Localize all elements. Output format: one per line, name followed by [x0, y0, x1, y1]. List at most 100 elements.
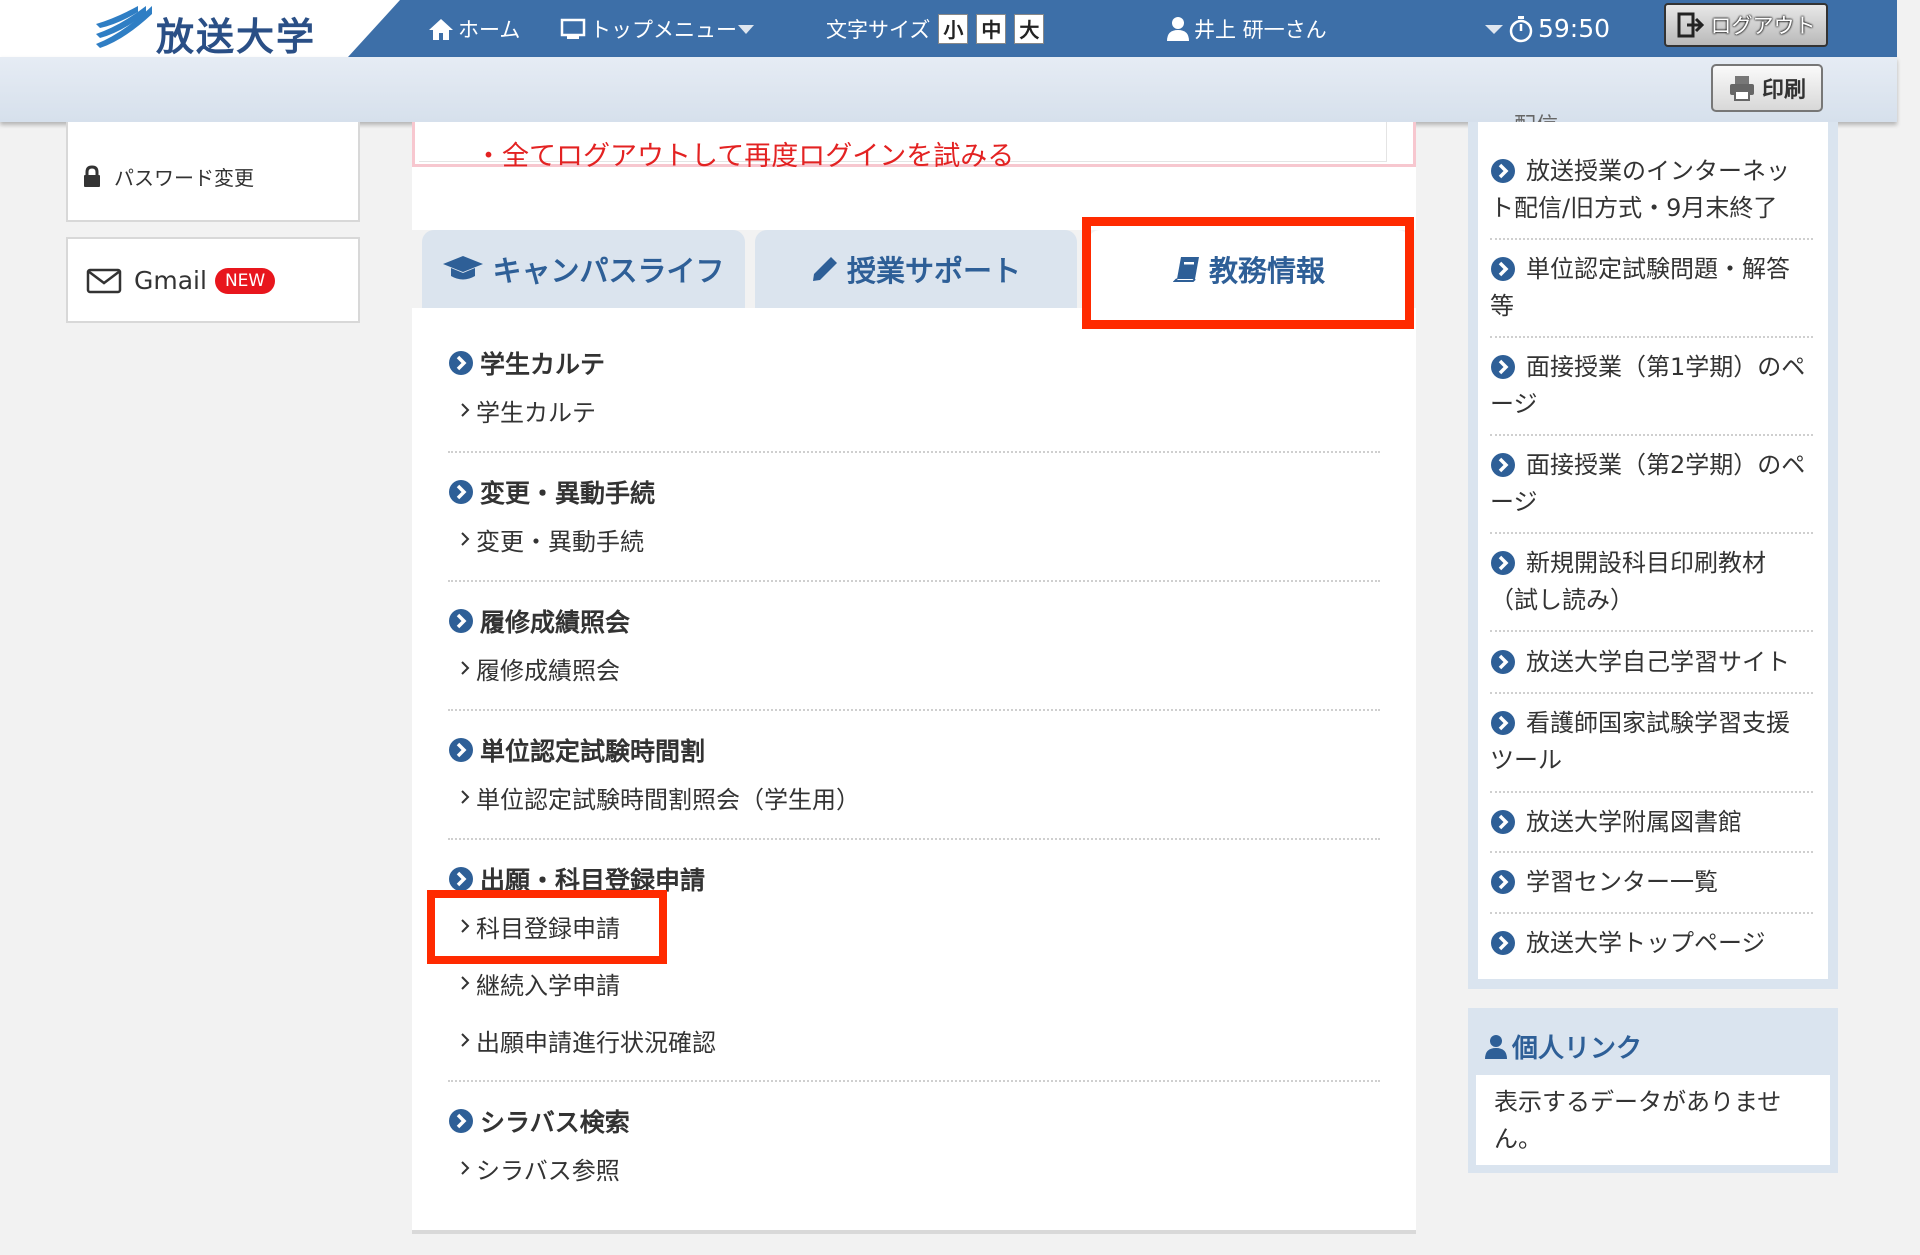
circle-chevron-right-icon — [1491, 453, 1515, 477]
print-label: 印刷 — [1761, 78, 1806, 103]
logout-label: ログアウト — [1710, 14, 1816, 38]
section-title-text: 学生カルテ — [480, 350, 606, 379]
link-label: 新規開設科目印刷教材（試し読み） — [1490, 549, 1766, 614]
link-self-study-site[interactable]: 放送大学自己学習サイト — [1490, 644, 1813, 681]
section-title-text: 履修成績照会 — [480, 608, 631, 637]
logout-button[interactable]: ログアウト — [1664, 3, 1828, 47]
personal-links-title-text: 個人リンク — [1512, 1034, 1643, 1064]
chevron-right-icon — [461, 790, 470, 804]
link-divider — [1490, 912, 1813, 914]
section-change-procedure: 変更・異動手続 変更・異動手続 — [448, 477, 1380, 556]
tab-class-support-label: 授業サポート — [846, 254, 1021, 288]
link-continuing-enrollment[interactable]: 継続入学申請 — [458, 968, 1380, 1000]
link-internet-broadcast[interactable]: 放送授業のインターネット配信/旧方式・9月末終了 — [1490, 153, 1813, 227]
nav-home-label: ホーム — [458, 17, 521, 42]
tab-class-support[interactable]: 授業サポート — [755, 230, 1077, 308]
font-size-small-button[interactable]: 小 — [938, 13, 969, 44]
password-change-label: パスワード変更 — [114, 166, 254, 190]
link-divider — [1490, 851, 1813, 853]
stopwatch-icon — [1509, 15, 1533, 42]
font-size-medium-button[interactable]: 中 — [976, 13, 1007, 44]
section-title: 履修成績照会 — [448, 606, 1380, 637]
partial-link-text: ー配信 — [1492, 108, 1558, 122]
main-content-bottom-border — [412, 1230, 1416, 1234]
timer-value: 59:50 — [1538, 14, 1611, 43]
link-face-to-face-term1[interactable]: 面接授業（第1学期）のページ — [1490, 349, 1813, 423]
section-syllabus-search: シラバス検索 シラバス参照 — [448, 1106, 1380, 1185]
link-label: 看護師国家試験学習支援ツール — [1490, 709, 1790, 774]
link-nursing-exam-tool[interactable]: 看護師国家試験学習支援ツール — [1490, 705, 1813, 779]
circle-chevron-right-icon — [449, 1109, 473, 1133]
section-grade-inquiry: 履修成績照会 履修成績照会 — [448, 606, 1380, 685]
link-application-status[interactable]: 出願申請進行状況確認 — [458, 1025, 1380, 1057]
link-label: シラバス参照 — [476, 1156, 620, 1185]
section-divider — [448, 451, 1380, 453]
logo-area[interactable]: 放送大学 — [0, 0, 400, 57]
circle-chevron-right-icon — [449, 351, 473, 375]
link-divider — [1490, 532, 1813, 534]
university-logo-icon — [96, 6, 152, 48]
nav-home[interactable]: ホーム — [428, 0, 520, 57]
user-name: 井上 研一さん — [1194, 17, 1327, 42]
circle-chevron-right-icon — [1491, 159, 1515, 183]
graduation-cap-icon — [443, 256, 484, 280]
link-label: 学生カルテ — [476, 398, 596, 427]
personal-links-title: 個人リンク — [1484, 1028, 1642, 1065]
link-label: 科目登録申請 — [476, 914, 620, 943]
session-timer: 59:50 — [1484, 0, 1610, 57]
tab-campus-life[interactable]: キャンパスライフ — [422, 230, 745, 308]
password-change-link[interactable]: パスワード変更 — [66, 122, 360, 222]
user-icon — [1485, 1034, 1507, 1059]
link-new-course-materials[interactable]: 新規開設科目印刷教材（試し読み） — [1490, 545, 1813, 619]
font-size-label: 文字サイズ — [826, 17, 931, 42]
print-button[interactable]: 印刷 — [1711, 64, 1823, 112]
error-notice-box: ・全てログアウトして再度ログインを試みる — [412, 122, 1416, 172]
section-divider — [448, 709, 1380, 711]
link-university-top-page[interactable]: 放送大学トップページ — [1490, 925, 1813, 962]
section-title-text: 出願・科目登録申請 — [480, 866, 706, 895]
user-info: 井上 研一さん — [1166, 0, 1327, 57]
circle-chevron-right-icon — [1491, 355, 1515, 379]
link-grade-inquiry[interactable]: 履修成績照会 — [458, 653, 1380, 685]
link-course-registration[interactable]: 科目登録申請 — [458, 911, 1380, 943]
link-exam-questions[interactable]: 単位認定試験問題・解答等 — [1490, 251, 1813, 325]
lock-icon — [84, 164, 100, 187]
mail-icon — [86, 268, 122, 293]
link-library[interactable]: 放送大学附属図書館 — [1490, 804, 1813, 841]
link-label: 放送授業のインターネット配信/旧方式・9月末終了 — [1490, 157, 1790, 222]
nav-topmenu-label: トップメニュー — [590, 17, 737, 42]
circle-chevron-right-icon — [449, 738, 473, 762]
chevron-right-icon — [461, 1033, 470, 1047]
link-divider — [1490, 336, 1813, 338]
tab-academic-info[interactable]: 教務情報 — [1088, 230, 1410, 308]
circle-chevron-right-icon — [449, 867, 473, 891]
gmail-label: Gmail — [134, 266, 207, 295]
link-student-record[interactable]: 学生カルテ — [458, 395, 1380, 427]
home-icon — [429, 18, 453, 40]
section-divider — [448, 580, 1380, 582]
link-label: 継続入学申請 — [476, 971, 620, 1000]
section-divider — [448, 1080, 1380, 1082]
link-syllabus-reference[interactable]: シラバス参照 — [458, 1153, 1380, 1185]
printer-icon — [1729, 76, 1754, 101]
link-divider — [1490, 630, 1813, 632]
link-face-to-face-term2[interactable]: 面接授業（第2学期）のページ — [1490, 447, 1813, 521]
section-exam-timetable: 単位認定試験時間割 単位認定試験時間割照会（学生用） — [448, 735, 1380, 814]
link-learning-centers[interactable]: 学習センター一覧 — [1490, 864, 1813, 901]
tab-academic-info-label: 教務情報 — [1208, 254, 1325, 288]
font-size-large-button[interactable]: 大 — [1014, 13, 1045, 44]
nav-topmenu[interactable]: トップメニュー — [560, 0, 759, 57]
link-divider — [1490, 238, 1813, 240]
notice-text: ・全てログアウトして再度ログインを試みる — [475, 141, 1015, 172]
circle-chevron-right-icon — [449, 480, 473, 504]
link-label: 履修成績照会 — [476, 656, 620, 685]
gmail-link[interactable]: Gmail NEW — [66, 237, 360, 323]
link-label: 放送大学自己学習サイト — [1526, 648, 1790, 676]
section-title: 出願・科目登録申請 — [448, 864, 1380, 895]
logout-icon — [1677, 12, 1704, 38]
link-change-procedure[interactable]: 変更・異動手続 — [458, 524, 1380, 556]
circle-chevron-right-icon — [1491, 711, 1515, 735]
section-title: 変更・異動手続 — [448, 477, 1380, 508]
link-exam-timetable[interactable]: 単位認定試験時間割照会（学生用） — [458, 782, 1380, 814]
link-divider — [1490, 692, 1813, 694]
